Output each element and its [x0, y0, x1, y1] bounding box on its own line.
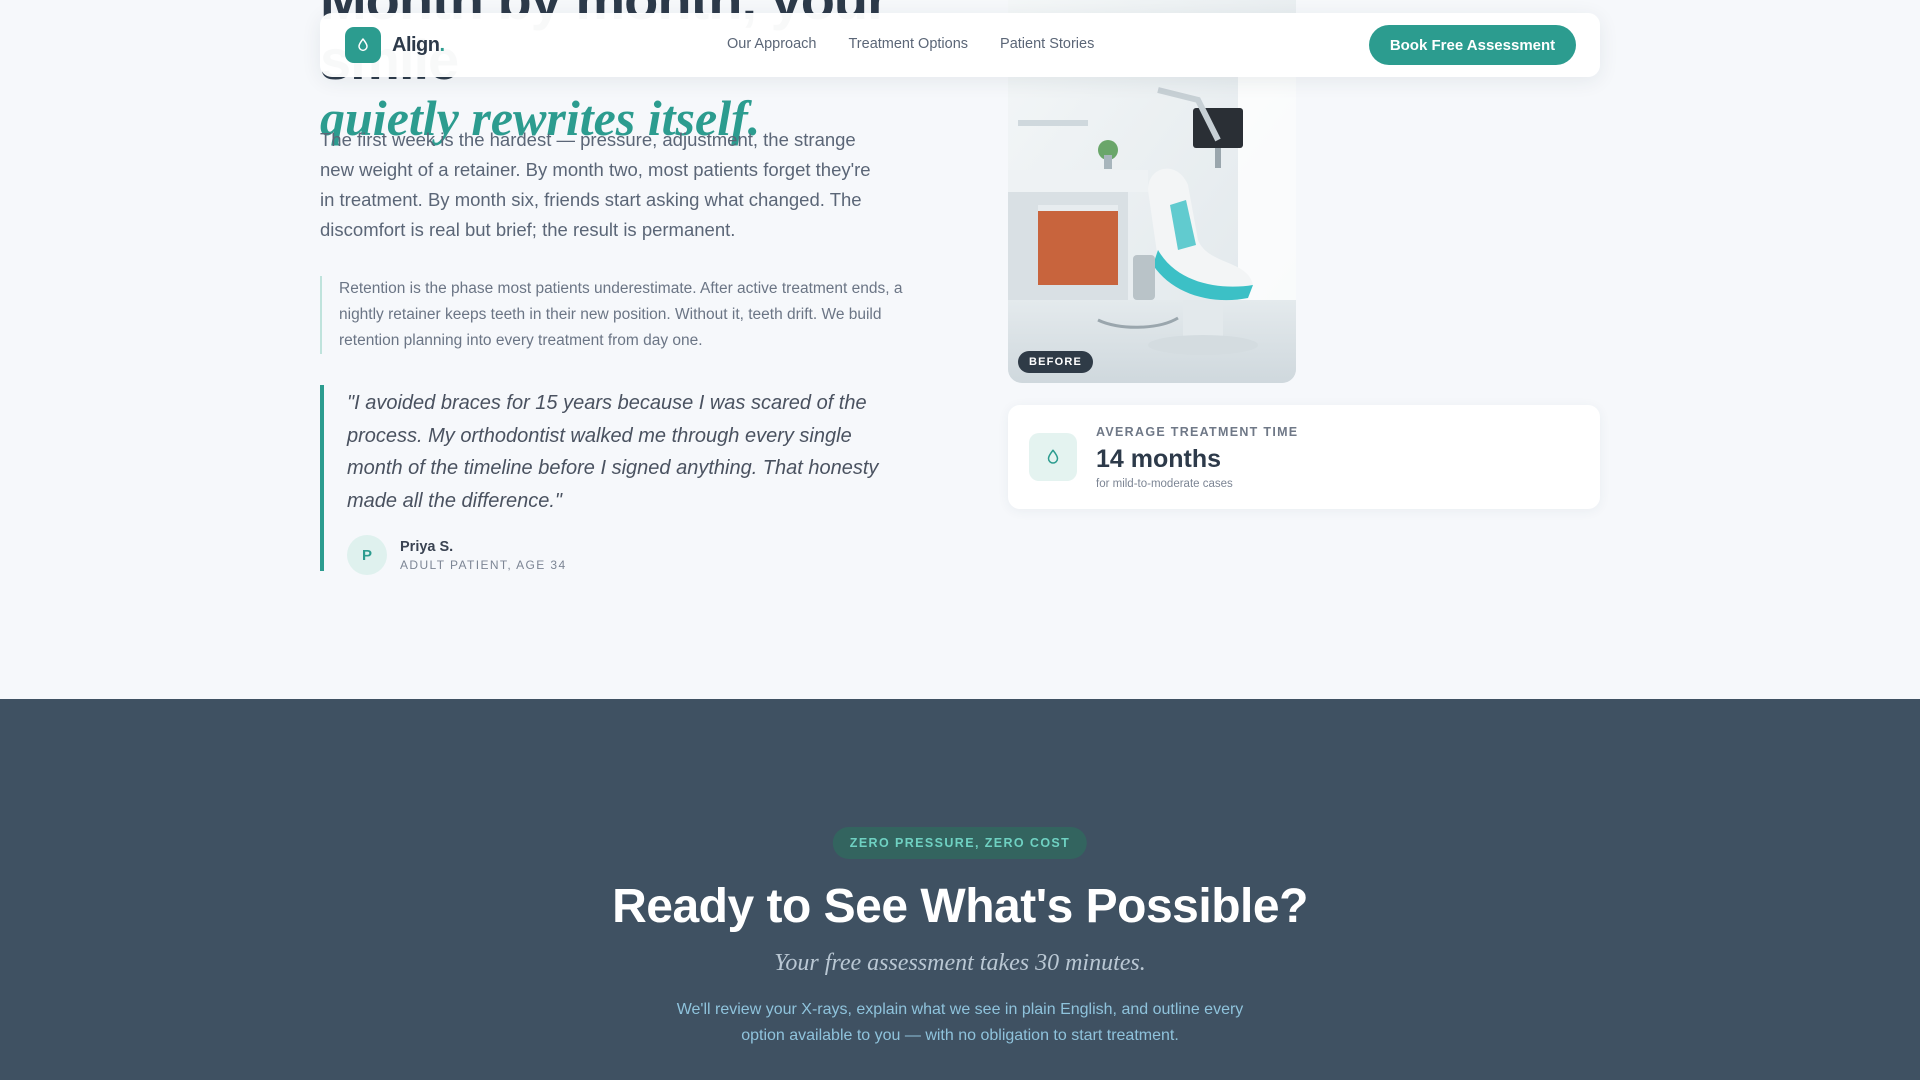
cta-description: We'll review your X-rays, explain what w…: [676, 1001, 1244, 1044]
author-role: ADULT PATIENT, AGE 34: [400, 557, 567, 572]
author-name: Priya S.: [400, 538, 454, 555]
nav-link-treatment-options[interactable]: Treatment Options: [848, 36, 968, 52]
quote-author: P Priya S. ADULT PATIENT, AGE 34: [347, 535, 920, 575]
cta-title: Ready to See What's Possible?: [612, 880, 1308, 933]
patient-quote: "I avoided braces for 15 years because I…: [320, 385, 920, 575]
story-paragraph: The first week is the hardest — pressure…: [320, 129, 871, 240]
stat-subtext: for mild-to-moderate cases: [1096, 477, 1233, 490]
brand-name: Align.: [392, 34, 445, 57]
treatment-time-card: AVERAGE TREATMENT TIME 14 months for mil…: [1008, 405, 1600, 509]
brand-name-text: Align: [392, 33, 440, 56]
cta-subtitle: Your free assessment takes 30 minutes.: [774, 950, 1146, 976]
book-assessment-button[interactable]: Book Free Assessment: [1369, 25, 1576, 65]
stat-body: AVERAGE TREATMENT TIME 14 months for mil…: [1096, 425, 1298, 490]
brand-dot: .: [439, 33, 446, 56]
before-badge: BEFORE: [1018, 351, 1094, 373]
nav-links: Our Approach Treatment Options Patient S…: [727, 36, 1126, 52]
nav-link-patient-stories[interactable]: Patient Stories: [1000, 36, 1094, 52]
quote-text: "I avoided braces for 15 years because I…: [347, 392, 879, 512]
retention-note: Retention is the phase most patients und…: [320, 276, 920, 354]
tooth-icon: [345, 27, 381, 63]
cta-pill-badge: ZERO PRESSURE, ZERO COST: [832, 827, 1088, 859]
nav-link-our-approach[interactable]: Our Approach: [727, 36, 816, 52]
story-section: Month by month, your smile quietly rewri…: [0, 0, 1920, 699]
tooth-icon: [1029, 433, 1077, 481]
cta-section: ZERO PRESSURE, ZERO COST Ready to See Wh…: [0, 699, 1920, 1080]
author-meta: Priya S. ADULT PATIENT, AGE 34: [400, 539, 567, 572]
main-navbar: Align. Our Approach Treatment Options Pa…: [320, 13, 1600, 77]
avatar: P: [347, 535, 387, 575]
brand-logo-link[interactable]: Align.: [345, 27, 445, 63]
stat-label: AVERAGE TREATMENT TIME: [1096, 424, 1299, 439]
stat-value: 14 months: [1096, 444, 1222, 473]
